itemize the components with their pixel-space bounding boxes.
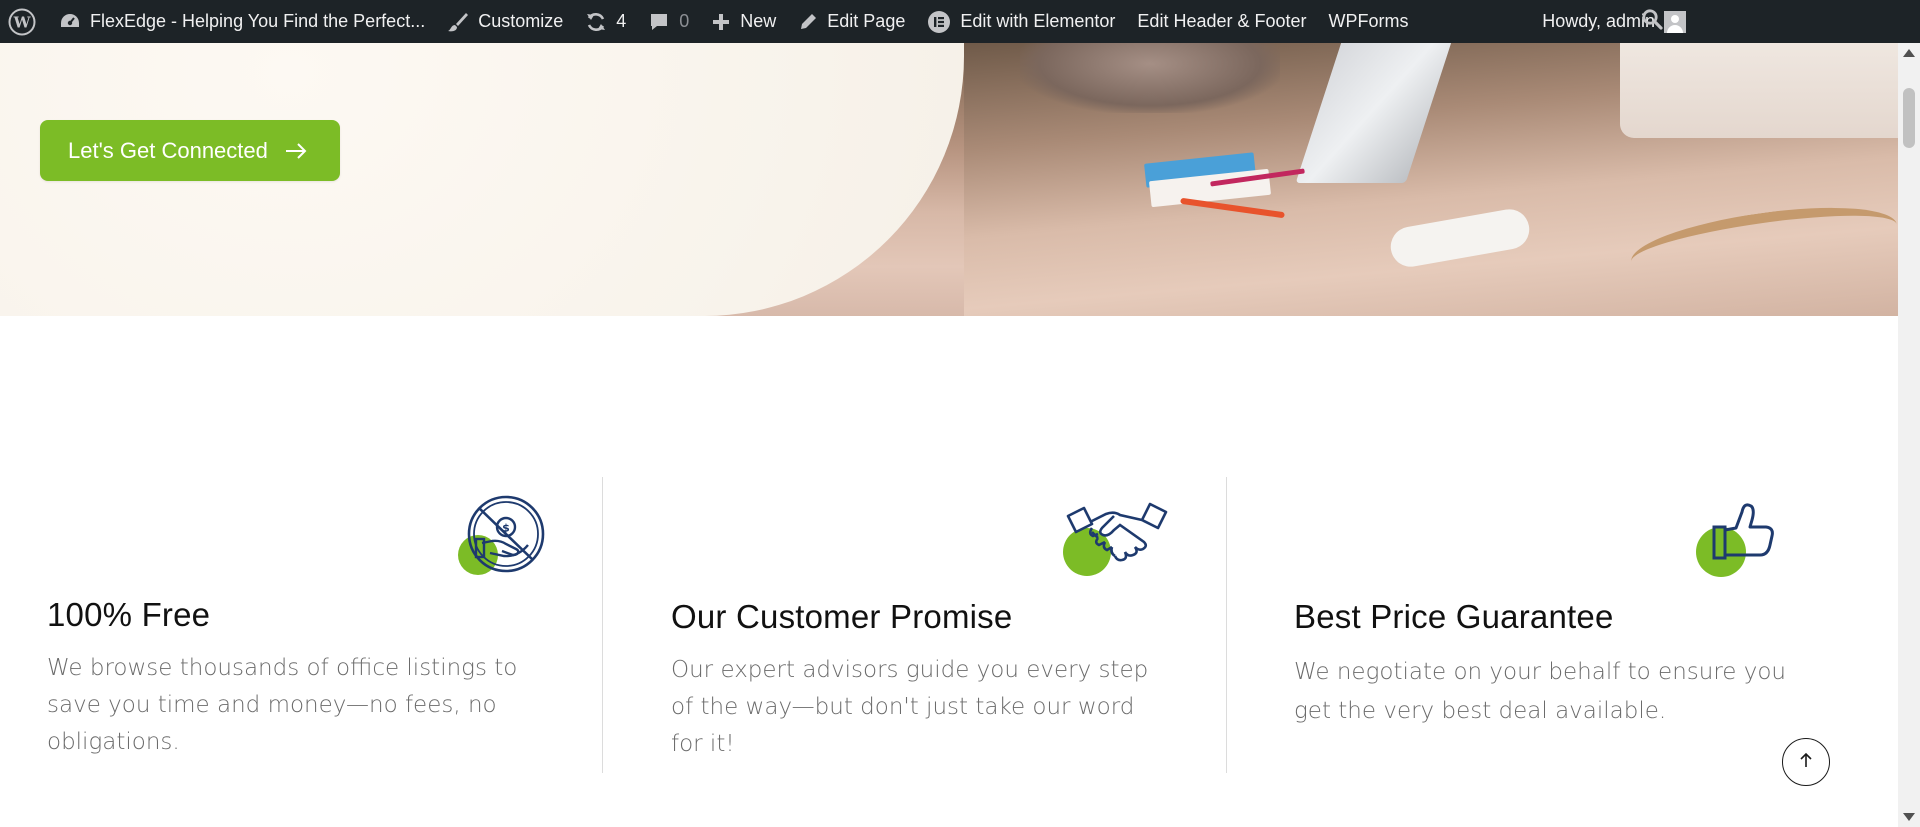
user-avatar-icon <box>1664 10 1686 33</box>
scrollbar-thumb[interactable] <box>1903 88 1915 148</box>
edit-page-link[interactable]: Edit Page <box>787 0 916 43</box>
comment-icon <box>648 11 670 33</box>
page-scrollbar[interactable] <box>1898 43 1920 827</box>
scroll-up-arrow-icon[interactable] <box>1903 49 1915 57</box>
wordpress-logo-icon: W <box>8 8 36 36</box>
cta-label: Let's Get Connected <box>68 137 268 163</box>
scroll-down-arrow-icon[interactable] <box>1903 813 1915 821</box>
updates-link[interactable]: 4 <box>574 0 637 43</box>
wpforms-label: WPForms <box>1328 11 1409 31</box>
my-account-menu[interactable]: Howdy, admin <box>1542 0 1686 43</box>
arrow-right-icon <box>284 141 308 161</box>
edit-page-label: Edit Page <box>827 11 906 31</box>
elementor-icon <box>927 10 951 34</box>
svg-text:$: $ <box>502 522 510 535</box>
updates-count: 4 <box>616 11 627 31</box>
admin-search[interactable] <box>1641 0 1663 43</box>
feature-title: 100% Free <box>47 596 211 633</box>
edit-elementor-link[interactable]: Edit with Elementor <box>916 0 1126 43</box>
feature-card-free: $ 100% Free We browse thousands of offic… <box>0 316 602 827</box>
feature-card-promise: Our Customer Promise Our expert advisors… <box>603 316 1226 827</box>
edit-header-footer-label: Edit Header & Footer <box>1137 11 1307 31</box>
handshake-icon <box>1062 498 1172 583</box>
new-content-menu[interactable]: New <box>700 0 787 43</box>
svg-text:W: W <box>13 13 32 31</box>
site-name-menu[interactable]: FlexEdge - Helping You Find the Perfect.… <box>48 0 436 43</box>
refresh-icon <box>585 11 607 33</box>
greeting-label: Howdy, admin <box>1542 11 1655 31</box>
customize-label: Customize <box>478 11 564 31</box>
pencil-icon <box>798 12 818 32</box>
new-label: New <box>740 11 777 31</box>
plus-icon <box>711 12 731 32</box>
feature-description: We negotiate on your behalf to ensure yo… <box>1294 659 1787 724</box>
wordpress-menu[interactable]: W <box>0 0 48 43</box>
comments-count: 0 <box>679 11 690 31</box>
comments-link[interactable]: 0 <box>637 0 700 43</box>
no-fee-money-hand-icon: $ <box>456 493 546 584</box>
dashboard-icon <box>59 12 81 32</box>
customize-link[interactable]: Customize <box>436 0 574 43</box>
arrow-up-icon <box>1798 751 1814 774</box>
search-icon <box>1641 8 1663 35</box>
site-title: FlexEdge - Helping You Find the Perfect.… <box>90 11 426 31</box>
feature-description: Our expert advisors guide you every step… <box>671 657 1149 757</box>
feature-title: Our Customer Promise <box>671 598 1013 635</box>
scroll-to-top-button[interactable] <box>1782 738 1830 786</box>
wp-admin-bar: W FlexEdge - Helping You Find the Perfec… <box>0 0 1920 43</box>
brush-icon <box>447 11 469 33</box>
wpforms-link[interactable]: WPForms <box>1318 0 1420 43</box>
edit-header-footer-link[interactable]: Edit Header & Footer <box>1126 0 1317 43</box>
hero-section: Let's Get Connected <box>0 43 1898 316</box>
feature-description: We browse thousands of office listings t… <box>47 655 518 755</box>
features-section: $ 100% Free We browse thousands of offic… <box>0 316 1898 827</box>
feature-title: Best Price Guarantee <box>1294 598 1614 635</box>
thumbs-up-icon <box>1694 500 1780 583</box>
lets-get-connected-button[interactable]: Let's Get Connected <box>40 120 340 181</box>
edit-elementor-label: Edit with Elementor <box>960 11 1116 31</box>
